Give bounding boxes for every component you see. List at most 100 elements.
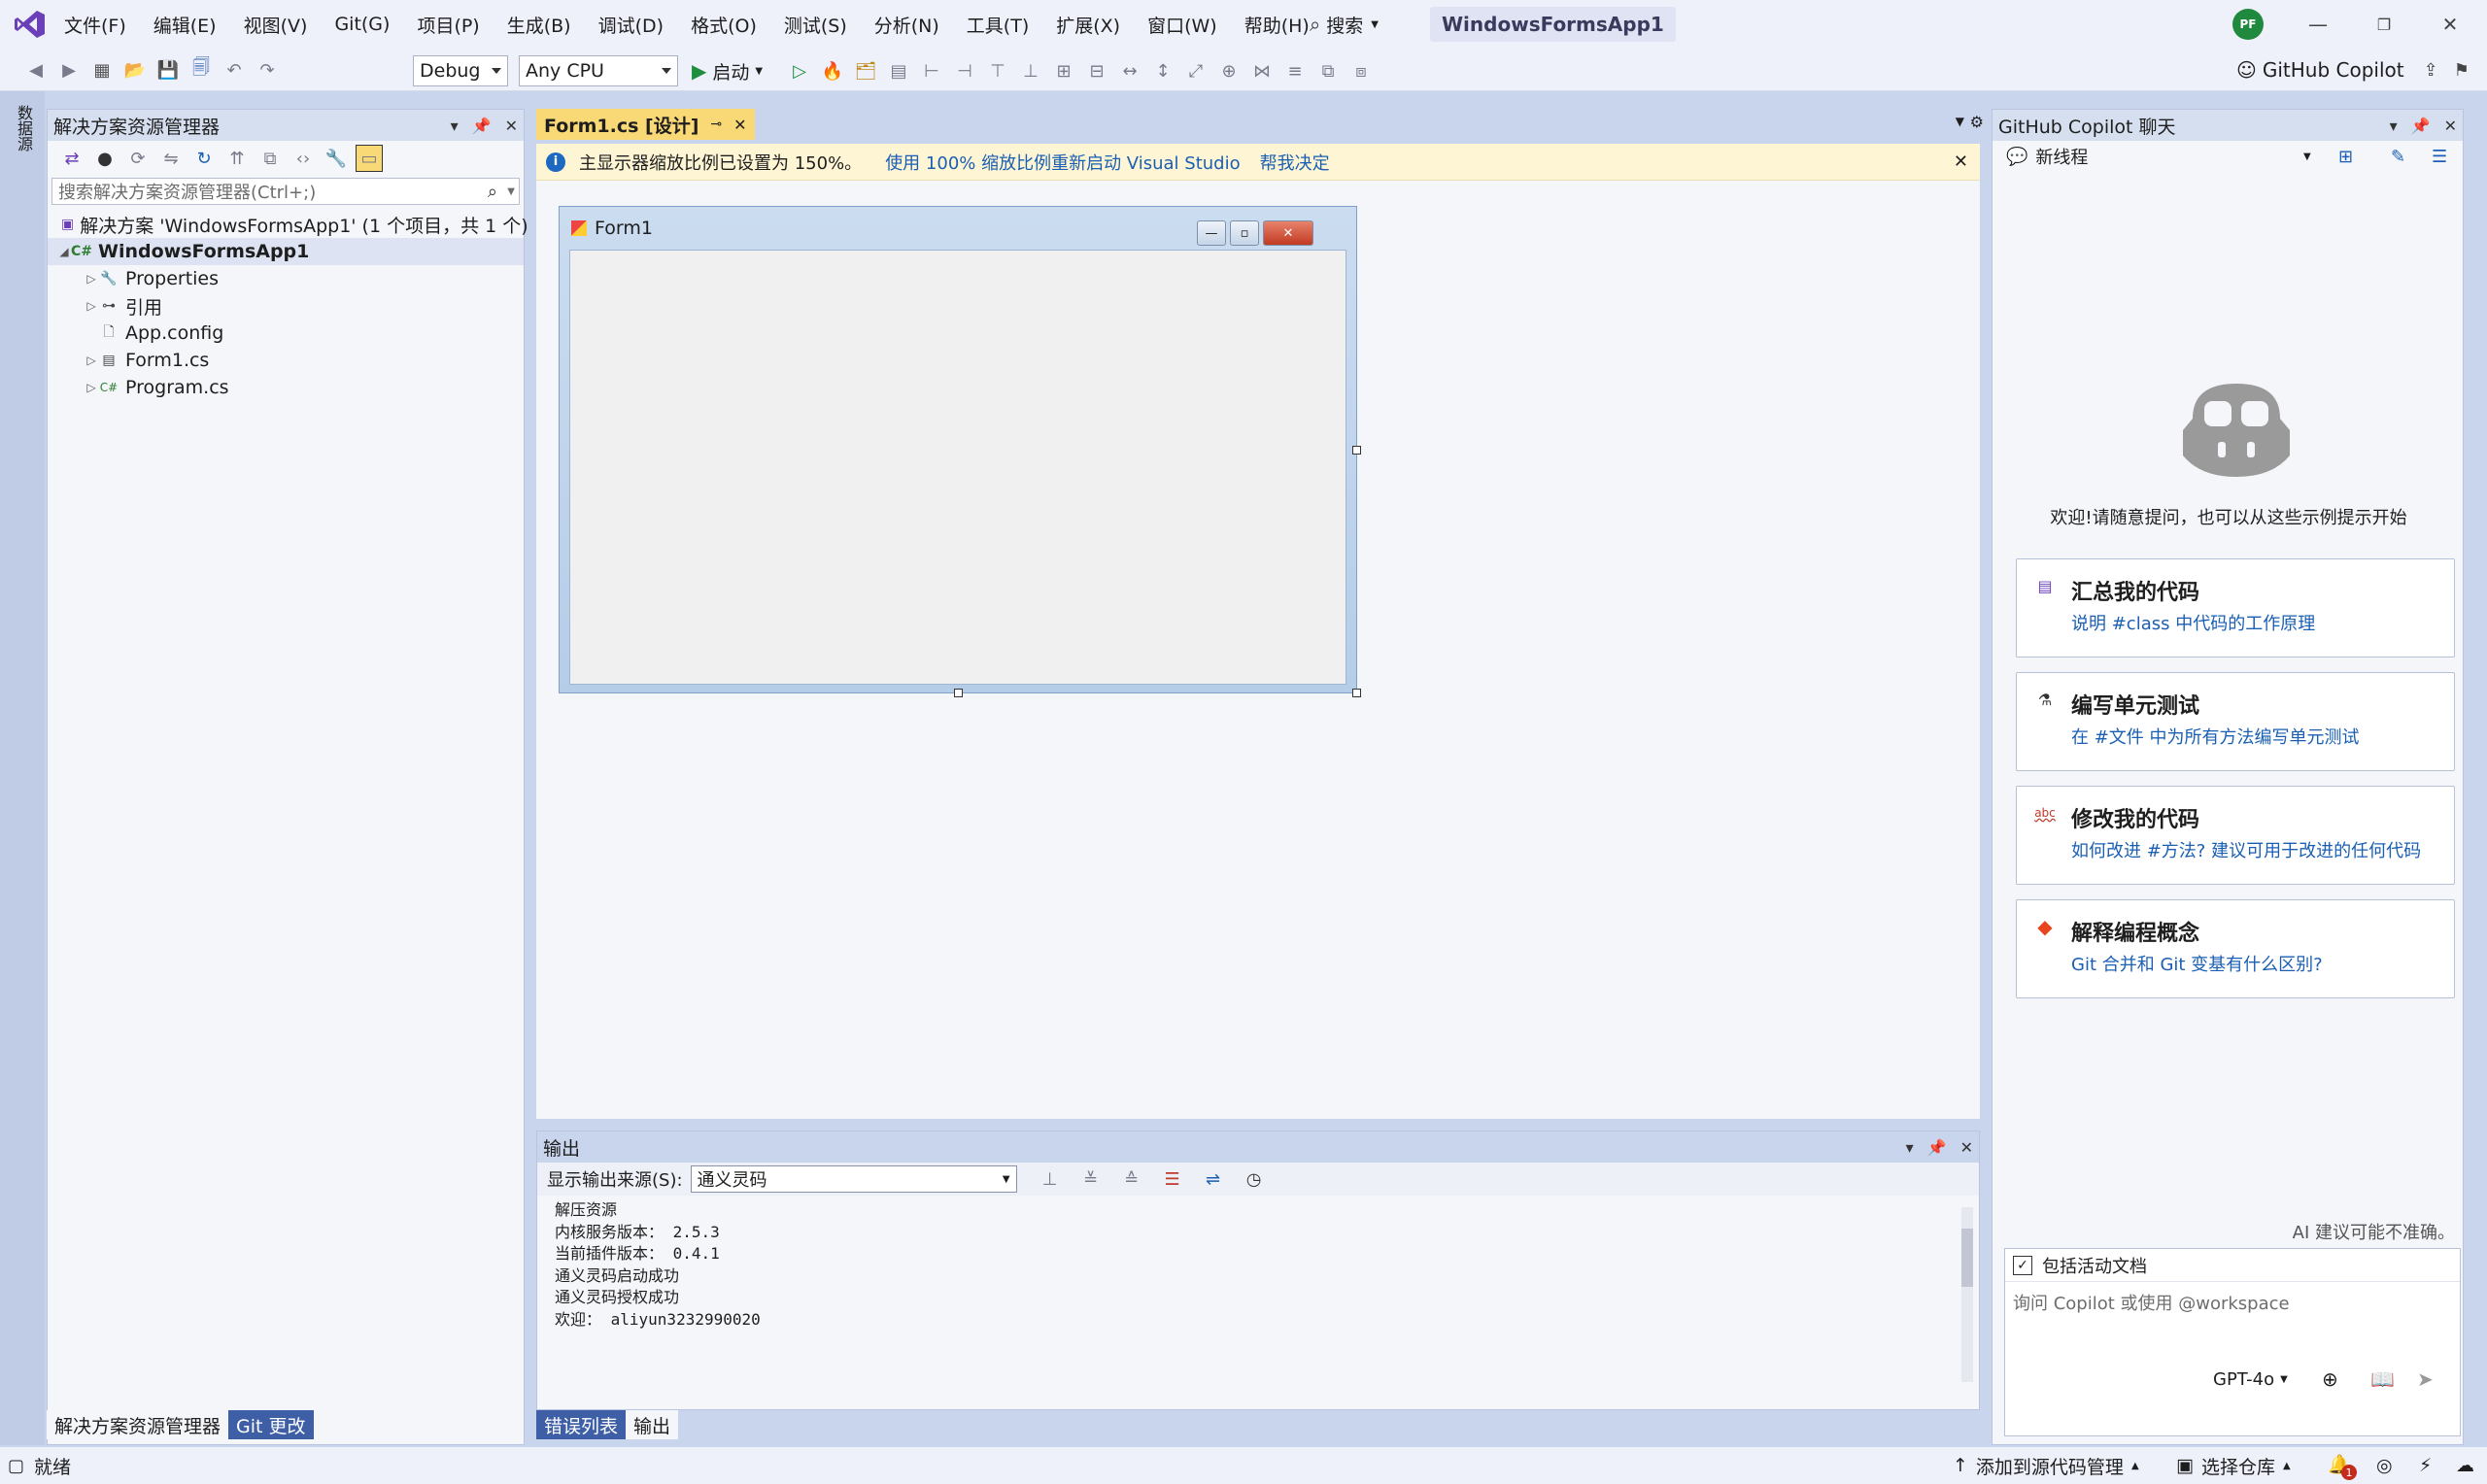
browse-icon[interactable]: 🗂 [852, 57, 879, 84]
search-button[interactable]: ⌕ 搜索 ▼ [1310, 0, 1379, 49]
scroll-thumb[interactable] [1961, 1229, 1973, 1287]
share-icon[interactable]: ⇪ [2424, 60, 2438, 81]
close-icon[interactable]: ✕ [2444, 117, 2457, 135]
prompt-card[interactable]: ◆ 解释编程概念 Git 合并和 Git 变基有什么区别? [2016, 899, 2455, 998]
menu-item[interactable]: 项目(P) [403, 12, 493, 38]
help-decide-link[interactable]: 帮我决定 [1260, 150, 1330, 175]
align-right-icon[interactable]: ⊤ [984, 57, 1011, 84]
lingma-icon[interactable]: ⚡ [2419, 1455, 2432, 1476]
edit-thread-icon[interactable]: ✎ [2391, 147, 2405, 167]
select-repo-button[interactable]: ▣ 选择仓库 ▲ [2176, 1447, 2291, 1484]
open-folder-icon[interactable]: 📂 [121, 56, 149, 84]
align-left-icon[interactable]: ⊢ [918, 57, 945, 84]
undo-icon[interactable]: ↶ [221, 56, 248, 84]
solution-search-input[interactable]: 搜索解决方案资源管理器(Ctrl+;) ⌕ ▼ [51, 178, 520, 205]
tree-item[interactable]: ▷ ▤ Form1.cs [48, 347, 524, 374]
close-icon[interactable]: ✕ [733, 116, 746, 134]
spacing-icon[interactable]: ⋈ [1248, 57, 1276, 84]
prev-message-icon[interactable]: ≚ [1077, 1165, 1105, 1193]
history-icon[interactable]: ⟳ [124, 145, 152, 172]
resize-handle-corner[interactable] [1352, 689, 1361, 697]
tree-item[interactable]: ▷ ⊶ 引用 [48, 292, 524, 320]
refresh-icon[interactable]: ↻ [190, 145, 218, 172]
view-code-icon[interactable]: ‹› [290, 145, 317, 172]
form1-window[interactable]: Form1 — ▫ ✕ [559, 206, 1361, 697]
panel-menu-icon[interactable]: ▾ [451, 117, 459, 135]
include-doc-checkbox[interactable]: ✓ [2013, 1255, 2032, 1275]
menu-item[interactable]: 视图(V) [230, 12, 322, 38]
layout-icon[interactable]: ▤ [885, 57, 912, 84]
close-icon[interactable]: ✕ [1954, 152, 1968, 172]
hot-reload-icon[interactable]: 🔥 [819, 57, 846, 84]
platform-combo[interactable]: Any CPU [519, 55, 678, 86]
sync-icon[interactable]: ⇋ [157, 145, 185, 172]
prompt-card[interactable]: ⚗ 编写单元测试 在 #文件 中为所有方法编写单元测试 [2016, 672, 2455, 771]
cloud-icon[interactable]: ☁ [2456, 1455, 2474, 1476]
prompt-card[interactable]: abc 修改我的代码 如何改进 #方法? 建议可用于改进的任何代码 [2016, 786, 2455, 885]
menu-item[interactable]: 分析(N) [861, 12, 953, 38]
tree-item[interactable]: ▷ C# Program.cs [48, 374, 524, 401]
zoom-icon[interactable]: ⊕ [1215, 57, 1243, 84]
tree-item[interactable]: 🗋 App.config [48, 320, 524, 347]
add-source-control-button[interactable]: ↑ 添加到源代码管理 ▲ [1953, 1447, 2139, 1484]
tab-solution-explorer[interactable]: 解决方案资源管理器 [47, 1410, 229, 1439]
config-combo[interactable]: Debug [413, 55, 508, 86]
send-back-icon[interactable]: ⧈ [1347, 57, 1375, 84]
thread-list-icon[interactable]: ☰ [2432, 147, 2447, 167]
menu-item[interactable]: 文件(F) [51, 12, 140, 38]
forward-icon[interactable]: ▶ [55, 56, 83, 84]
save-icon[interactable]: 💾 [154, 56, 182, 84]
tab-error-list[interactable]: 错误列表 [536, 1410, 627, 1439]
resize-handle-right[interactable] [1352, 446, 1361, 455]
word-wrap-icon[interactable]: ⇌ [1200, 1165, 1227, 1193]
output-text[interactable]: 解压资源 内核服务版本： 2.5.3 当前插件版本： 0.4.1 通义灵码启动成… [537, 1196, 1979, 1334]
restore-button[interactable]: ❐ [2351, 0, 2417, 49]
tree-solution[interactable]: ▣ 解决方案 'WindowsFormsApp1' (1 个项目，共 1 个) [48, 211, 528, 238]
tab-output[interactable]: 输出 [626, 1410, 679, 1439]
pin-icon[interactable]: ⊸ [710, 117, 722, 132]
resize-handle-bottom[interactable] [954, 689, 963, 697]
form-client-area[interactable] [569, 250, 1346, 685]
pin-icon[interactable]: 📌 [1927, 1138, 1947, 1157]
back-icon[interactable]: ◀ [22, 56, 50, 84]
align-bottom-icon[interactable]: ⊟ [1083, 57, 1110, 84]
attach-icon[interactable]: ⊕ [2322, 1367, 2338, 1391]
menu-item[interactable]: 格式(O) [677, 12, 770, 38]
start-without-debug-icon[interactable]: ▷ [786, 57, 813, 84]
avatar[interactable]: PF [2232, 9, 2264, 40]
tab-list-icon[interactable]: ▼ [1956, 115, 1964, 128]
align-top-icon[interactable]: ⊥ [1017, 57, 1044, 84]
pin-icon[interactable]: 📌 [472, 117, 492, 135]
size-width-icon[interactable]: ↔ [1116, 57, 1143, 84]
size-both-icon[interactable]: ⤢ [1182, 57, 1209, 84]
pending-changes-icon[interactable]: ● [91, 145, 119, 172]
new-project-icon[interactable]: ▦ [88, 56, 116, 84]
find-message-icon[interactable]: ⊥ [1037, 1165, 1064, 1193]
github-copilot-button[interactable]: ☺ GitHub Copilot ⇪ ⚑ [2236, 52, 2470, 87]
align-middle-icon[interactable]: ⊞ [1050, 57, 1077, 84]
size-height-icon[interactable]: ↕ [1149, 57, 1176, 84]
model-picker[interactable]: GPT-4o ▼ [2213, 1362, 2288, 1397]
feedback-icon[interactable]: ⚑ [2454, 60, 2470, 81]
preview-icon[interactable]: ▭ [356, 145, 383, 172]
tree-item[interactable]: ▷ 🔧 Properties [48, 265, 524, 292]
tab-git-changes[interactable]: Git 更改 [228, 1410, 314, 1439]
vspacing-icon[interactable]: ≡ [1281, 57, 1309, 84]
align-center-icon[interactable]: ⊣ [951, 57, 978, 84]
menu-item[interactable]: 扩展(X) [1042, 12, 1134, 38]
send-icon[interactable]: ➤ [2417, 1367, 2434, 1391]
clock-icon[interactable]: ◷ [1241, 1165, 1268, 1193]
menu-item[interactable]: 生成(B) [494, 12, 585, 38]
tab-form1-designer[interactable]: Form1.cs [设计] ⊸ ✕ [536, 109, 755, 140]
prompt-card[interactable]: ▤ 汇总我的代码 说明 #class 中代码的工作原理 [2016, 558, 2455, 658]
menu-item[interactable]: 编辑(E) [140, 12, 230, 38]
tree-project[interactable]: ◢ C# WindowsFormsApp1 [48, 238, 524, 265]
panel-menu-icon[interactable]: ▾ [2390, 117, 2398, 135]
switch-views-icon[interactable]: ⇄ [58, 145, 85, 172]
menu-item[interactable]: 测试(S) [770, 12, 861, 38]
output-scrollbar[interactable] [1961, 1207, 1973, 1382]
bring-front-icon[interactable]: ⧉ [1314, 57, 1342, 84]
output-source-select[interactable]: 通义灵码 ▼ [690, 1165, 1017, 1193]
collapse-all-icon[interactable]: ⇈ [223, 145, 251, 172]
save-all-icon[interactable]: 🗐 [187, 56, 215, 84]
